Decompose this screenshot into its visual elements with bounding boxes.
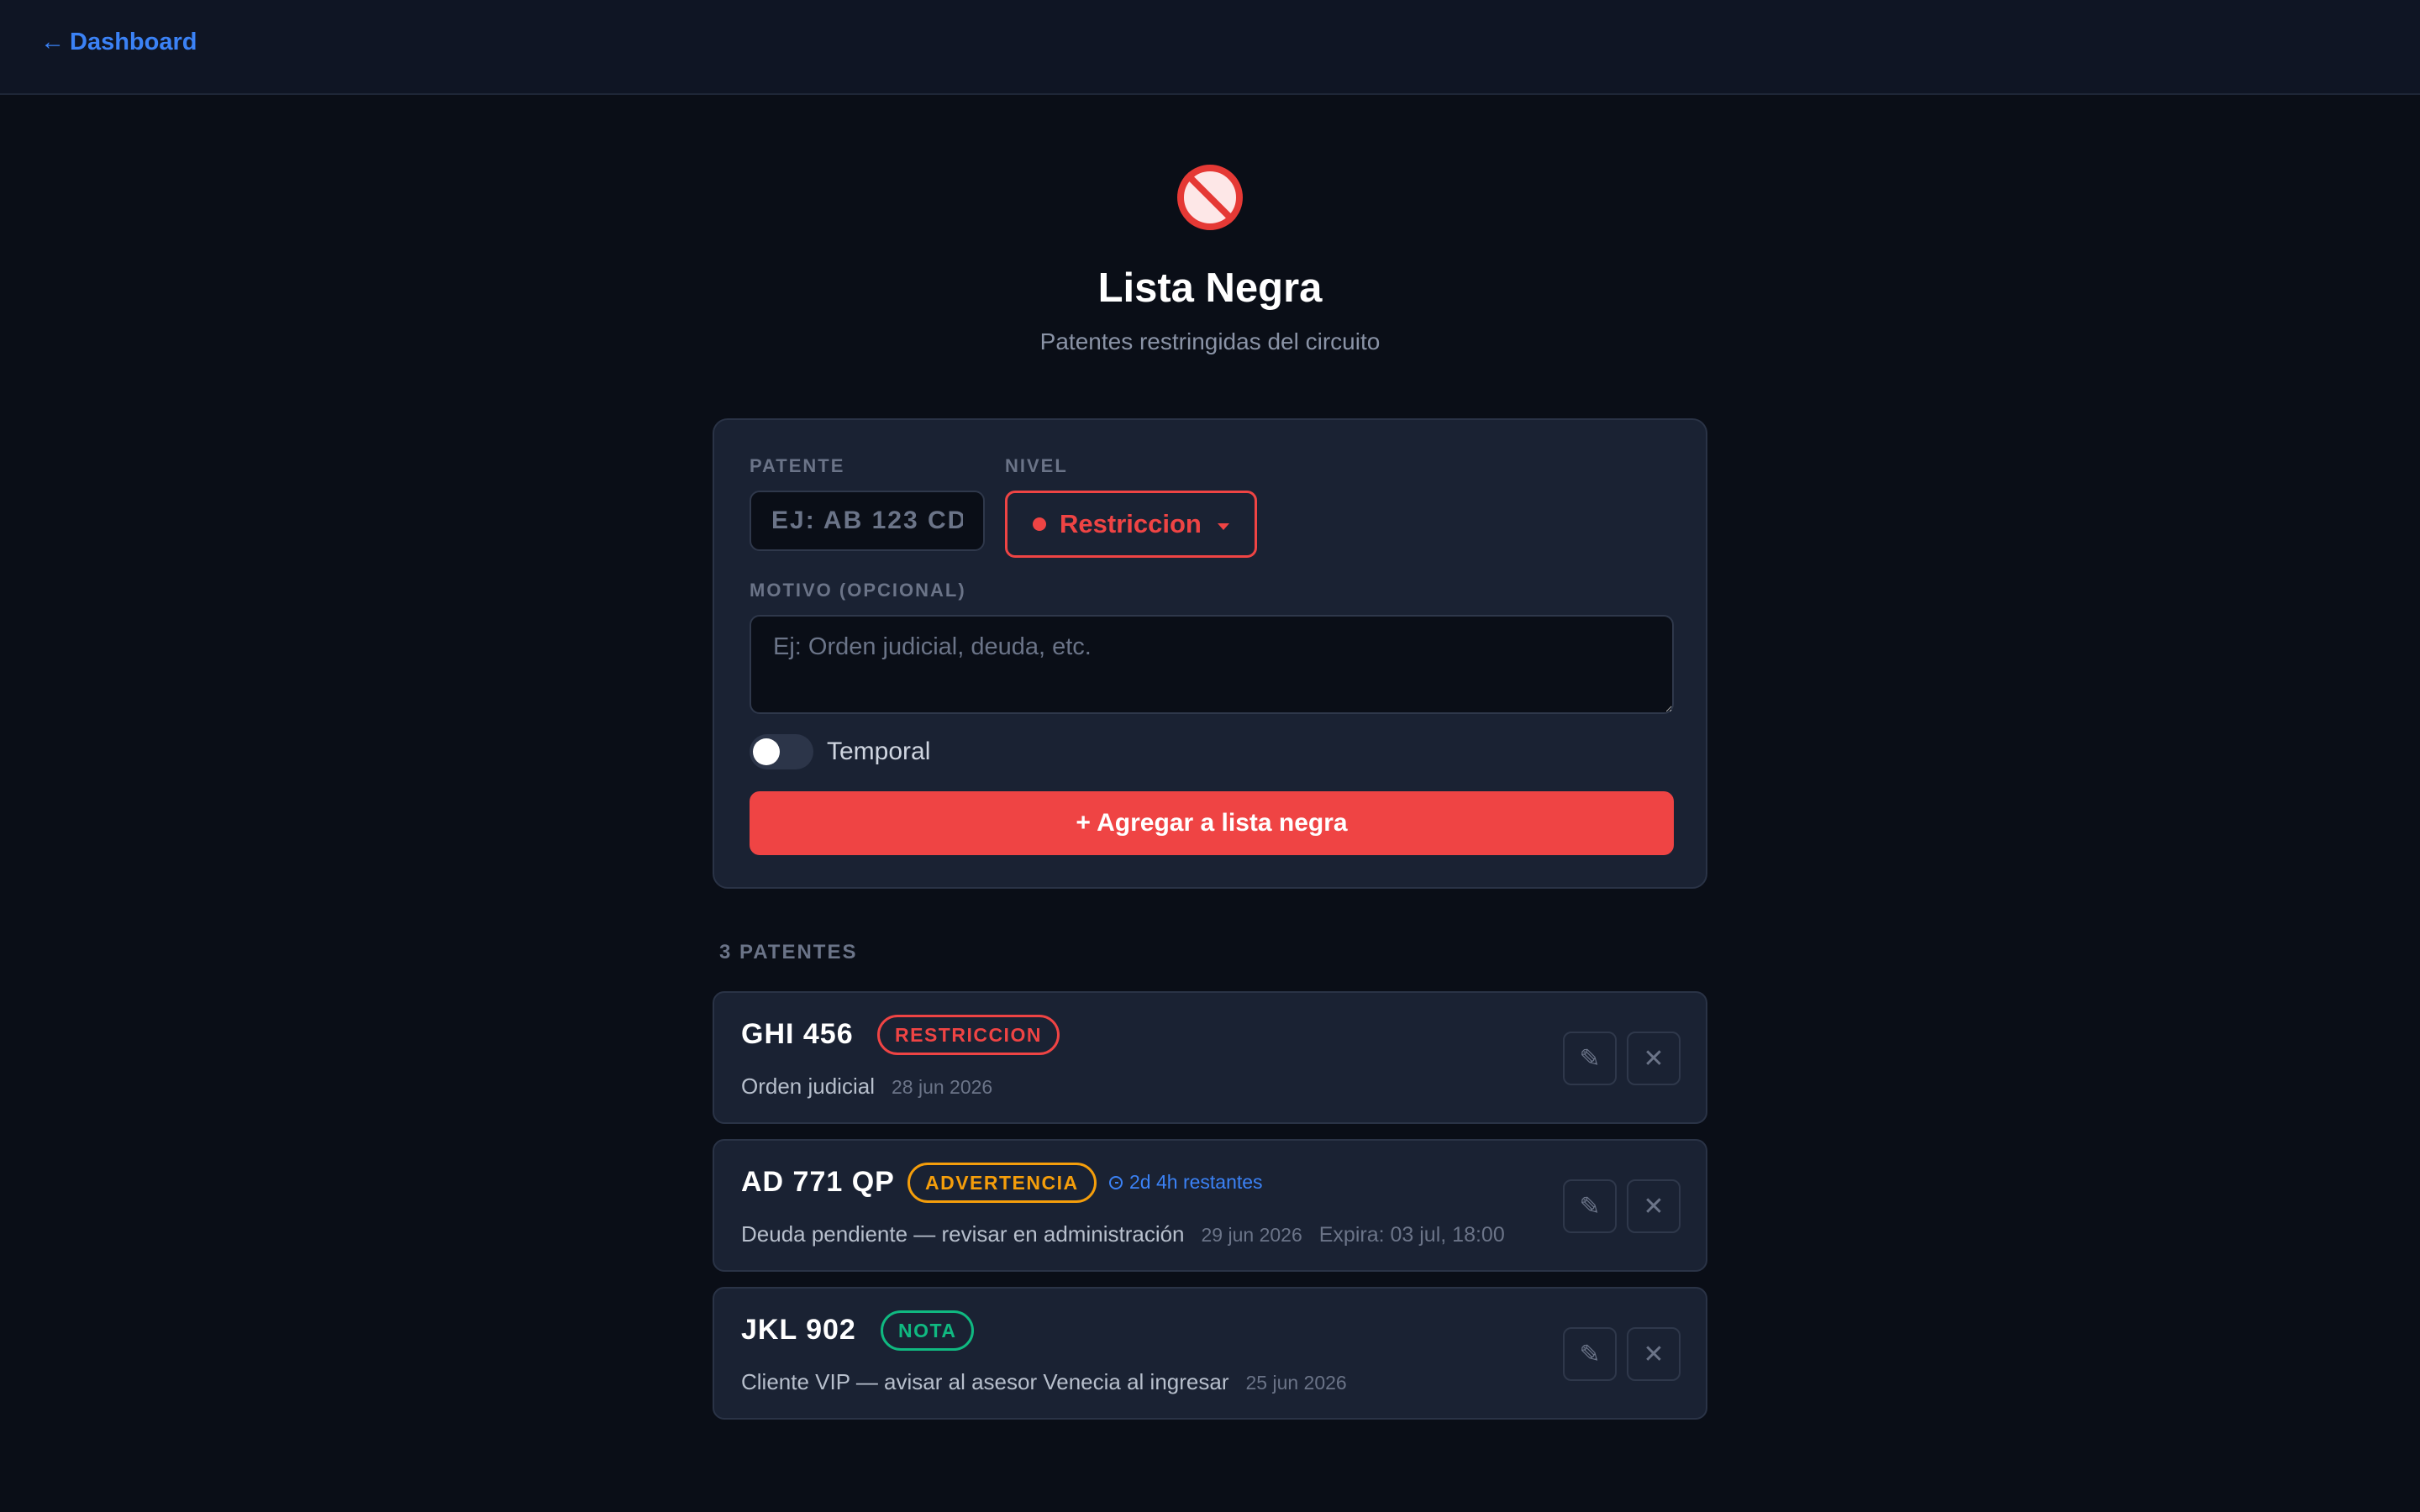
pencil-icon: ✎ bbox=[1579, 1340, 1601, 1368]
entry-meta: Deuda pendiente — revisar en administrac… bbox=[741, 1221, 1505, 1247]
level-badge: ADVERTENCIA bbox=[908, 1163, 1097, 1203]
top-bar: ← Dashboard bbox=[0, 0, 2420, 95]
pencil-icon: ✎ bbox=[1579, 1044, 1601, 1073]
page-header: Lista Negra Patentes restringidas del ci… bbox=[0, 165, 2420, 355]
back-to-dashboard-link[interactable]: ← Dashboard bbox=[40, 29, 197, 56]
level-dot-icon bbox=[1033, 517, 1046, 531]
plate-number: JKL 902 bbox=[741, 1314, 856, 1346]
nivel-selected-value: Restriccion bbox=[1060, 509, 1202, 538]
patente-input[interactable] bbox=[750, 491, 985, 551]
patente-label: PATENTE bbox=[750, 455, 845, 476]
add-to-blacklist-button[interactable]: + Agregar a lista negra bbox=[750, 791, 1674, 855]
add-blacklist-form: PATENTE NIVEL Restriccion MOTIVO (OPCION… bbox=[713, 418, 1707, 889]
prohibited-icon bbox=[1177, 165, 1243, 230]
chevron-down-icon bbox=[1218, 523, 1229, 530]
edit-button[interactable]: ✎ bbox=[1563, 1032, 1617, 1085]
motivo-label: MOTIVO (OPCIONAL) bbox=[750, 580, 966, 601]
plate-number: AD 771 QP bbox=[741, 1166, 895, 1198]
entry-date: 28 jun 2026 bbox=[891, 1076, 993, 1098]
list-item: GHI 456 RESTRICCION Orden judicial 28 ju… bbox=[713, 991, 1707, 1124]
temporal-label: Temporal bbox=[827, 738, 931, 765]
level-badge: NOTA bbox=[881, 1310, 975, 1351]
close-icon: ✕ bbox=[1643, 1044, 1665, 1073]
nivel-label: NIVEL bbox=[1005, 455, 1068, 476]
entry-date: 29 jun 2026 bbox=[1201, 1224, 1302, 1246]
plates-count: 3 PATENTES bbox=[719, 941, 858, 963]
edit-button[interactable]: ✎ bbox=[1563, 1179, 1617, 1233]
entry-meta: Cliente VIP — avisar al asesor Venecia a… bbox=[741, 1369, 1347, 1395]
clock-icon bbox=[1109, 1175, 1123, 1189]
page-title: Lista Negra bbox=[1097, 265, 1323, 311]
remaining-time: 2d 4h restantes bbox=[1109, 1171, 1263, 1194]
edit-button[interactable]: ✎ bbox=[1563, 1327, 1617, 1381]
list-item: AD 771 QP ADVERTENCIA 2d 4h restantes De… bbox=[713, 1139, 1707, 1272]
level-badge: RESTRICCION bbox=[877, 1015, 1060, 1055]
toggle-knob bbox=[753, 738, 780, 765]
arrow-left-icon: ← bbox=[40, 29, 65, 55]
back-link-label: Dashboard bbox=[70, 29, 197, 55]
plate-number: GHI 456 bbox=[741, 1018, 854, 1050]
entry-reason: Deuda pendiente — revisar en administrac… bbox=[741, 1221, 1185, 1247]
close-icon: ✕ bbox=[1643, 1340, 1665, 1368]
temporal-toggle[interactable] bbox=[750, 734, 813, 769]
entry-expiry: Expira: 03 jul, 18:00 bbox=[1318, 1223, 1505, 1247]
page-subtitle: Patentes restringidas del circuito bbox=[1039, 328, 1381, 354]
entry-date: 25 jun 2026 bbox=[1245, 1372, 1347, 1394]
delete-button[interactable]: ✕ bbox=[1627, 1179, 1681, 1233]
entry-reason: Orden judicial bbox=[741, 1074, 875, 1099]
list-item: JKL 902 NOTA Cliente VIP — avisar al ase… bbox=[713, 1287, 1707, 1420]
nivel-select[interactable]: Restriccion bbox=[1005, 491, 1257, 558]
motivo-textarea[interactable] bbox=[750, 615, 1674, 714]
entry-meta: Orden judicial 28 jun 2026 bbox=[741, 1074, 992, 1100]
entry-reason: Cliente VIP — avisar al asesor Venecia a… bbox=[741, 1369, 1229, 1394]
pencil-icon: ✎ bbox=[1579, 1192, 1601, 1221]
delete-button[interactable]: ✕ bbox=[1627, 1327, 1681, 1381]
delete-button[interactable]: ✕ bbox=[1627, 1032, 1681, 1085]
remaining-text: 2d 4h restantes bbox=[1129, 1171, 1263, 1193]
close-icon: ✕ bbox=[1643, 1192, 1665, 1221]
